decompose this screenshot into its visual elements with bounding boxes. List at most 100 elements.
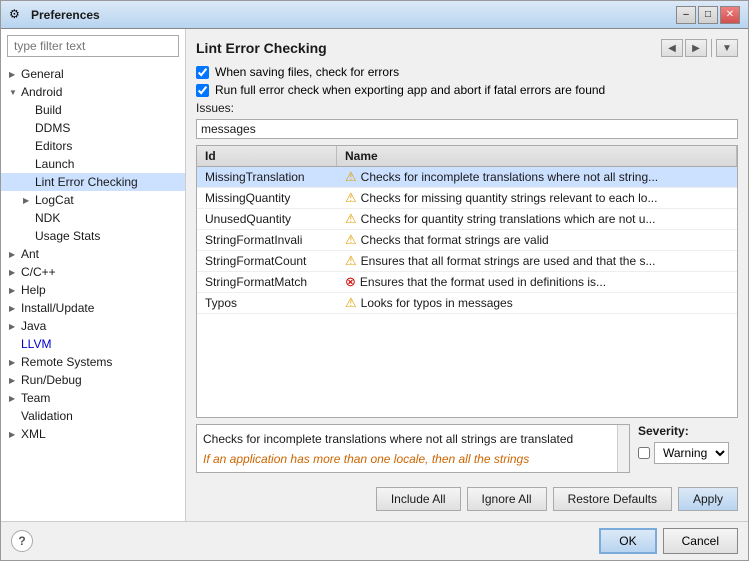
forward-button[interactable]: ▶ — [685, 39, 707, 57]
ok-button[interactable]: OK — [599, 528, 656, 554]
checkbox-row-1: When saving files, check for errors — [196, 65, 738, 79]
tree-label: DDMS — [35, 121, 70, 135]
cell-name: ⚠Ensures that all format strings are use… — [337, 251, 737, 271]
warn-icon: ⚠ — [345, 211, 357, 227]
table-row[interactable]: MissingTranslation ⚠Checks for incomplet… — [197, 167, 737, 188]
table-row[interactable]: StringFormatCount ⚠Ensures that all form… — [197, 251, 737, 272]
issues-label: Issues: — [196, 101, 738, 115]
export-check[interactable] — [196, 84, 209, 97]
cell-name: ⚠Checks that format strings are valid — [337, 230, 737, 250]
include-all-button[interactable]: Include All — [376, 487, 461, 511]
sidebar-item-ndk[interactable]: NDK — [1, 209, 185, 227]
button-row: Include All Ignore All Restore Defaults … — [196, 481, 738, 511]
tree-label: Editors — [35, 139, 72, 153]
sidebar-item-run-debug[interactable]: ▶Run/Debug — [1, 371, 185, 389]
window-icon: ⚙ — [9, 7, 25, 23]
tree-label: NDK — [35, 211, 60, 225]
tree-arrow: ▶ — [9, 358, 19, 367]
sidebar-item-usage-stats[interactable]: Usage Stats — [1, 227, 185, 245]
cell-name: ⚠Checks for missing quantity strings rel… — [337, 188, 737, 208]
table-header: Id Name — [197, 146, 737, 167]
tree-label: Install/Update — [21, 301, 94, 315]
filter-box: messages — [196, 119, 738, 139]
sidebar-item-ddms[interactable]: DDMS — [1, 119, 185, 137]
window-title: Preferences — [31, 8, 676, 22]
cancel-button[interactable]: Cancel — [663, 528, 738, 554]
search-box — [7, 35, 179, 57]
severity-checkbox[interactable] — [638, 447, 650, 459]
severity-select[interactable]: Warning Error Info Ignore — [654, 442, 729, 464]
sidebar-item-help[interactable]: ▶Help — [1, 281, 185, 299]
table-row[interactable]: UnusedQuantity ⚠Checks for quantity stri… — [197, 209, 737, 230]
tree: ▶General▼AndroidBuildDDMSEditorsLaunchLi… — [1, 63, 185, 521]
checkbox-row-2: Run full error check when exporting app … — [196, 83, 738, 97]
minimize-button[interactable]: – — [676, 6, 696, 24]
severity-row: Warning Error Info Ignore — [638, 442, 738, 464]
warn-icon: ⚠ — [345, 169, 357, 185]
description-text: Checks for incomplete translations where… — [203, 431, 623, 448]
close-button[interactable]: ✕ — [720, 6, 740, 24]
cell-id: Typos — [197, 294, 337, 312]
tree-label: Ant — [21, 247, 39, 261]
preferences-window: ⚙ Preferences – □ ✕ ▶General▼AndroidBuil… — [0, 0, 749, 561]
col-name: Name — [337, 146, 737, 166]
sidebar-item-llvm[interactable]: LLVM — [1, 335, 185, 353]
tree-label: Lint Error Checking — [35, 175, 138, 189]
tree-label: Team — [21, 391, 50, 405]
table-row[interactable]: StringFormatMatch ⊗Ensures that the form… — [197, 272, 737, 293]
warn-icon: ⚠ — [345, 232, 357, 248]
menu-button[interactable]: ▼ — [716, 39, 738, 57]
tree-label: Remote Systems — [21, 355, 112, 369]
sidebar-item-xml[interactable]: ▶XML — [1, 425, 185, 443]
cell-name: ⚠Checks for incomplete translations wher… — [337, 167, 737, 187]
tree-arrow: ▶ — [9, 70, 19, 79]
sidebar-item-general[interactable]: ▶General — [1, 65, 185, 83]
maximize-button[interactable]: □ — [698, 6, 718, 24]
search-input[interactable] — [7, 35, 179, 57]
table-row[interactable]: StringFormatInvali ⚠Checks that format s… — [197, 230, 737, 251]
sidebar-item-remote-systems[interactable]: ▶Remote Systems — [1, 353, 185, 371]
description-box: Checks for incomplete translations where… — [196, 424, 630, 473]
sidebar-item-cpp[interactable]: ▶C/C++ — [1, 263, 185, 281]
sidebar: ▶General▼AndroidBuildDDMSEditorsLaunchLi… — [1, 29, 186, 521]
sidebar-item-launch[interactable]: Launch — [1, 155, 185, 173]
tree-arrow: ▶ — [9, 268, 19, 277]
bottom-panel: Checks for incomplete translations where… — [196, 424, 738, 473]
export-check-label: Run full error check when exporting app … — [215, 83, 605, 97]
desc-scrollbar[interactable] — [617, 425, 629, 472]
save-check[interactable] — [196, 66, 209, 79]
sidebar-item-editors[interactable]: Editors — [1, 137, 185, 155]
cell-id: StringFormatCount — [197, 252, 337, 270]
tree-label: C/C++ — [21, 265, 56, 279]
sidebar-item-android[interactable]: ▼Android — [1, 83, 185, 101]
col-id: Id — [197, 146, 337, 166]
back-button[interactable]: ◀ — [661, 39, 683, 57]
tree-label: General — [21, 67, 64, 81]
sidebar-item-build[interactable]: Build — [1, 101, 185, 119]
tree-label: Validation — [21, 409, 73, 423]
sidebar-item-ant[interactable]: ▶Ant — [1, 245, 185, 263]
restore-defaults-button[interactable]: Restore Defaults — [553, 487, 672, 511]
sidebar-item-lint-error-checking[interactable]: Lint Error Checking — [1, 173, 185, 191]
cell-id: UnusedQuantity — [197, 210, 337, 228]
tree-label: Run/Debug — [21, 373, 82, 387]
help-button[interactable]: ? — [11, 530, 33, 552]
sidebar-item-validation[interactable]: Validation — [1, 407, 185, 425]
cell-name: ⚠Checks for quantity string translations… — [337, 209, 737, 229]
sidebar-item-install-update[interactable]: ▶Install/Update — [1, 299, 185, 317]
sidebar-item-java[interactable]: ▶Java — [1, 317, 185, 335]
tree-label: Android — [21, 85, 62, 99]
tree-arrow: ▶ — [9, 286, 19, 295]
table-row[interactable]: MissingQuantity ⚠Checks for missing quan… — [197, 188, 737, 209]
tree-arrow: ▶ — [9, 250, 19, 259]
ignore-all-button[interactable]: Ignore All — [467, 487, 547, 511]
tree-arrow: ▶ — [9, 394, 19, 403]
table-row[interactable]: Typos ⚠Looks for typos in messages — [197, 293, 737, 314]
cell-name: ⊗Ensures that the format used in definit… — [337, 272, 737, 292]
sidebar-item-team[interactable]: ▶Team — [1, 389, 185, 407]
tree-arrow: ▶ — [9, 304, 19, 313]
apply-button[interactable]: Apply — [678, 487, 738, 511]
page-title: Lint Error Checking — [196, 40, 327, 56]
tree-label: Build — [35, 103, 62, 117]
sidebar-item-logcat[interactable]: ▶LogCat — [1, 191, 185, 209]
